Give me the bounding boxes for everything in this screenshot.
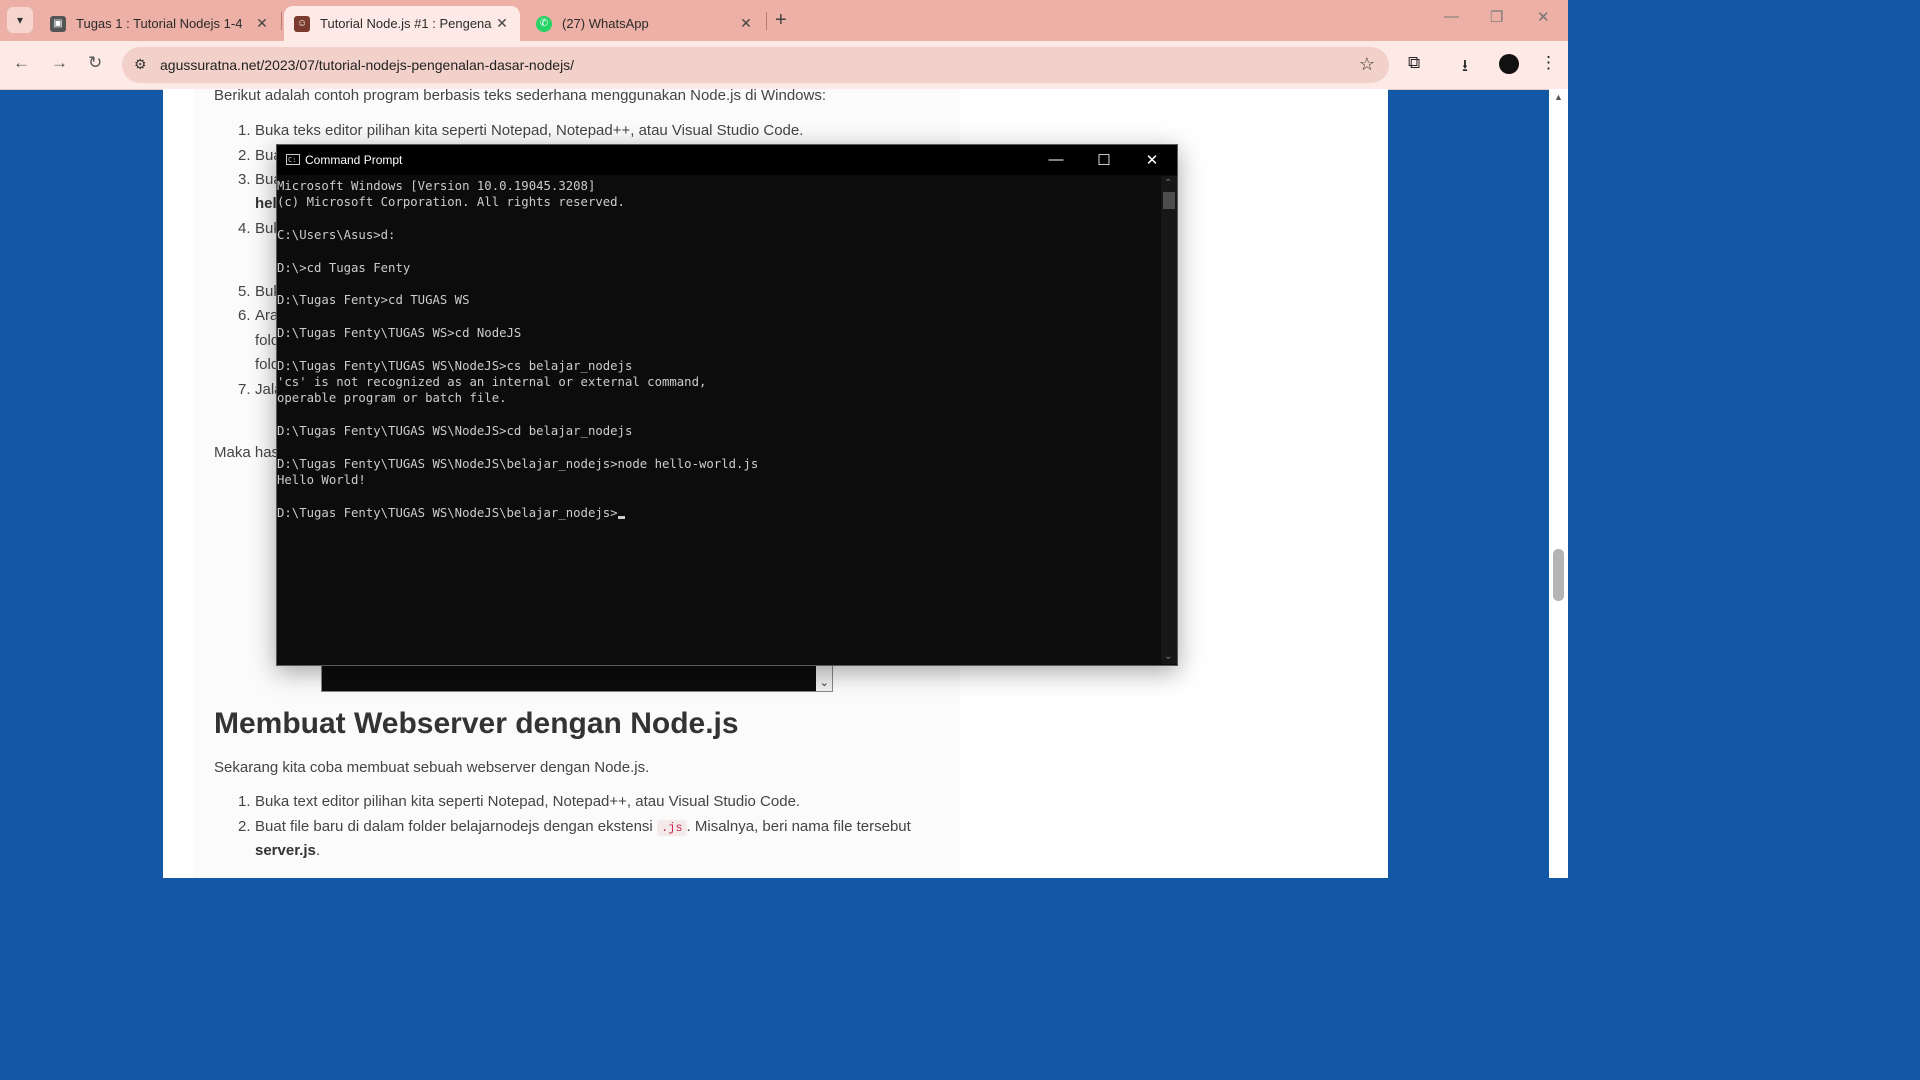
tab-strip: ▾ ▣ Tugas 1 : Tutorial Nodejs 1-4 ✕ ☺ Tu… (0, 0, 1568, 41)
list-item: Ara (255, 307, 279, 324)
profile-avatar[interactable] (1499, 54, 1519, 74)
terminal-line: operable program or batch file. (277, 391, 507, 406)
avatar-favicon-icon: ☺ (294, 15, 310, 32)
minimize-icon[interactable]: — (1046, 151, 1066, 168)
terminal-line: (c) Microsoft Corporation. All rights re… (277, 195, 625, 210)
back-arrow-icon[interactable]: ← (13, 53, 30, 73)
list-item: Buka teks editor pilihan kita seperti No… (255, 122, 804, 139)
list-item: Buka text editor pilihan kita seperti No… (255, 793, 801, 810)
terminal-scrollbar[interactable]: ⌃ ⌄ (1161, 176, 1177, 664)
terminal-line: D:\>cd Tugas Fenty (277, 260, 411, 275)
tab-title: Tutorial Node.js #1 : Pengenalan Dasar N… (320, 16, 492, 31)
section-intro: Sekarang kita coba membuat sebuah webser… (214, 759, 650, 776)
close-window-icon[interactable]: ✕ (1537, 8, 1550, 26)
punctuation: . (315, 842, 321, 859)
list-number: 5. (238, 283, 251, 300)
result-paragraph: Maka has (214, 444, 280, 461)
terminal-line: 'cs' is not recognized as an internal or… (277, 375, 707, 390)
chevron-up-icon[interactable]: ⌃ (1164, 178, 1172, 189)
close-icon[interactable]: ✕ (1142, 151, 1162, 169)
terminal-text: Microsoft Windows [Version 10.0.19045.32… (277, 176, 1161, 521)
whatsapp-icon: ✆ (536, 15, 552, 32)
maximize-icon[interactable]: ☐ (1094, 151, 1114, 169)
terminal-line: D:\Tugas Fenty\TUGAS WS\NodeJS>cd belaja… (277, 424, 633, 439)
terminal-line: D:\Tugas Fenty>cd TUGAS WS (277, 293, 470, 308)
list-number: 1. (238, 793, 251, 810)
intro-paragraph: Berikut adalah contoh program berbasis t… (214, 87, 827, 104)
tab-divider (281, 12, 282, 30)
close-icon[interactable]: ✕ (736, 15, 756, 32)
list-number: 4. (238, 220, 251, 237)
terminal-line: C:\Users\Asus>d: (277, 228, 396, 243)
terminal-output[interactable]: Microsoft Windows [Version 10.0.19045.32… (277, 176, 1161, 664)
list-number: 2. (238, 147, 251, 164)
command-prompt-titlebar[interactable]: C: Command Prompt — ☐ ✕ (277, 145, 1177, 175)
scrollbar-thumb[interactable] (1553, 549, 1564, 601)
list-item-continuation: hel (255, 195, 277, 212)
list-number: 6. (238, 307, 251, 324)
tab-title: Tugas 1 : Tutorial Nodejs 1-4 (76, 16, 243, 31)
tab-whatsapp[interactable]: ✆ (27) WhatsApp ✕ (526, 6, 764, 41)
chevron-down-icon[interactable]: ⌄ (1164, 651, 1172, 662)
tab-divider (766, 12, 767, 30)
list-number: 3. (238, 171, 251, 188)
terminal-line: Microsoft Windows [Version 10.0.19045.32… (277, 179, 596, 193)
tab-search-button[interactable]: ▾ (7, 7, 33, 33)
browser-toolbar: ← → ↻ ⚙ agussuratna.net/2023/07/tutorial… (0, 41, 1568, 90)
text-cursor (617, 515, 625, 519)
terminal-prompt: D:\Tugas Fenty\TUGAS WS\NodeJS\belajar_n… (277, 505, 618, 520)
close-icon[interactable]: ✕ (252, 15, 272, 32)
close-icon[interactable]: ✕ (492, 15, 512, 32)
tab-title: (27) WhatsApp (562, 16, 649, 31)
restore-icon[interactable]: ❐ (1490, 8, 1503, 26)
list-number: 2. (238, 818, 251, 835)
inline-code: .js (656, 820, 687, 836)
terminal-icon: C: (286, 154, 300, 165)
page-bottom-edge (0, 878, 1568, 882)
window-title: Command Prompt (305, 153, 403, 167)
scroll-up-arrow-icon[interactable]: ▲ (1554, 92, 1563, 102)
more-menu-icon[interactable]: ⋮ (1540, 53, 1557, 73)
bookmark-star-icon[interactable]: ☆ (1359, 54, 1375, 75)
chevron-down-icon: ⌄ (819, 677, 829, 689)
document-favicon-icon: ▣ (50, 15, 66, 32)
list-item-continuation: server.js. (255, 842, 320, 859)
scrollbar-thumb[interactable] (1163, 192, 1175, 209)
chevron-down-icon: ▾ (16, 13, 24, 27)
terminal-line: D:\Tugas Fenty\TUGAS WS\NodeJS\belajar_n… (277, 456, 759, 471)
site-settings-icon[interactable]: ⚙ (134, 56, 147, 73)
url-text[interactable]: agussuratna.net/2023/07/tutorial-nodejs-… (160, 57, 574, 73)
page-scrollbar[interactable]: ▲ (1549, 89, 1568, 882)
new-tab-plus-icon[interactable]: + (775, 9, 787, 32)
command-prompt-window[interactable]: C: Command Prompt — ☐ ✕ Microsoft Window… (276, 144, 1178, 666)
list-item-text: Buat file baru di dalam folder belajarno… (255, 818, 653, 835)
address-bar[interactable]: ⚙ agussuratna.net/2023/07/tutorial-nodej… (122, 47, 1389, 83)
terminal-line: D:\Tugas Fenty\TUGAS WS>cd NodeJS (277, 326, 522, 341)
list-item-text: . Misalnya, beri nama file tersebut (686, 818, 911, 835)
terminal-line: D:\Tugas Fenty\TUGAS WS\NodeJS>cs belaja… (277, 358, 633, 373)
list-number: 7. (238, 381, 251, 398)
minimize-icon[interactable]: — (1444, 8, 1459, 25)
reload-icon[interactable]: ↻ (88, 53, 102, 73)
list-number: 1. (238, 122, 251, 139)
bold-filename: server.js (255, 842, 316, 859)
tab-tugas[interactable]: ▣ Tugas 1 : Tutorial Nodejs 1-4 ✕ (40, 6, 280, 41)
extensions-puzzle-icon[interactable]: ⧉ (1408, 53, 1420, 73)
list-item: Buat file baru di dalam folder belajarno… (255, 818, 911, 836)
download-icon[interactable]: ⭳ (1462, 53, 1468, 82)
tab-tutorial-nodejs[interactable]: ☺ Tutorial Node.js #1 : Pengenalan Dasar… (284, 6, 520, 41)
terminal-line: Hello World! (277, 473, 366, 488)
section-heading: Membuat Webserver dengan Node.js (214, 707, 739, 740)
forward-arrow-icon[interactable]: → (51, 53, 68, 73)
